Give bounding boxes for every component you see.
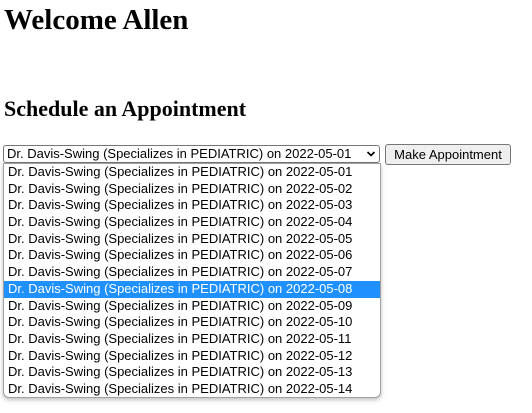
dropdown-option[interactable]: Dr. Davis-Swing (Specializes in PEDIATRI… [4,381,380,397]
dropdown-option[interactable]: Dr. Davis-Swing (Specializes in PEDIATRI… [4,214,380,231]
dropdown-option[interactable]: Dr. Davis-Swing (Specializes in PEDIATRI… [4,331,380,348]
appointment-select-value: Dr. Davis-Swing (Specializes in PEDIATRI… [7,146,352,161]
dropdown-option[interactable]: Dr. Davis-Swing (Specializes in PEDIATRI… [4,231,380,248]
welcome-heading: Welcome Allen [4,4,189,36]
chevron-down-icon [366,151,376,157]
dropdown-option[interactable]: Dr. Davis-Swing (Specializes in PEDIATRI… [4,364,380,381]
dropdown-option[interactable]: Dr. Davis-Swing (Specializes in PEDIATRI… [4,247,380,264]
appointment-select[interactable]: Dr. Davis-Swing (Specializes in PEDIATRI… [3,145,380,163]
appointment-dropdown-list: Dr. Davis-Swing (Specializes in PEDIATRI… [3,163,381,398]
schedule-title: Schedule an Appointment [4,96,247,121]
dropdown-option[interactable]: Dr. Davis-Swing (Specializes in PEDIATRI… [4,264,380,281]
dropdown-option[interactable]: Dr. Davis-Swing (Specializes in PEDIATRI… [4,298,380,315]
make-appointment-button[interactable]: Make Appointment [385,144,511,165]
page: Welcome Allen Schedule an Appointment Dr… [0,0,532,413]
dropdown-option[interactable]: Dr. Davis-Swing (Specializes in PEDIATRI… [4,280,380,298]
dropdown-option[interactable]: Dr. Davis-Swing (Specializes in PEDIATRI… [4,197,380,214]
dropdown-option[interactable]: Dr. Davis-Swing (Specializes in PEDIATRI… [4,181,380,198]
dropdown-option[interactable]: Dr. Davis-Swing (Specializes in PEDIATRI… [4,164,380,181]
dropdown-option[interactable]: Dr. Davis-Swing (Specializes in PEDIATRI… [4,348,380,365]
dropdown-option[interactable]: Dr. Davis-Swing (Specializes in PEDIATRI… [4,314,380,331]
